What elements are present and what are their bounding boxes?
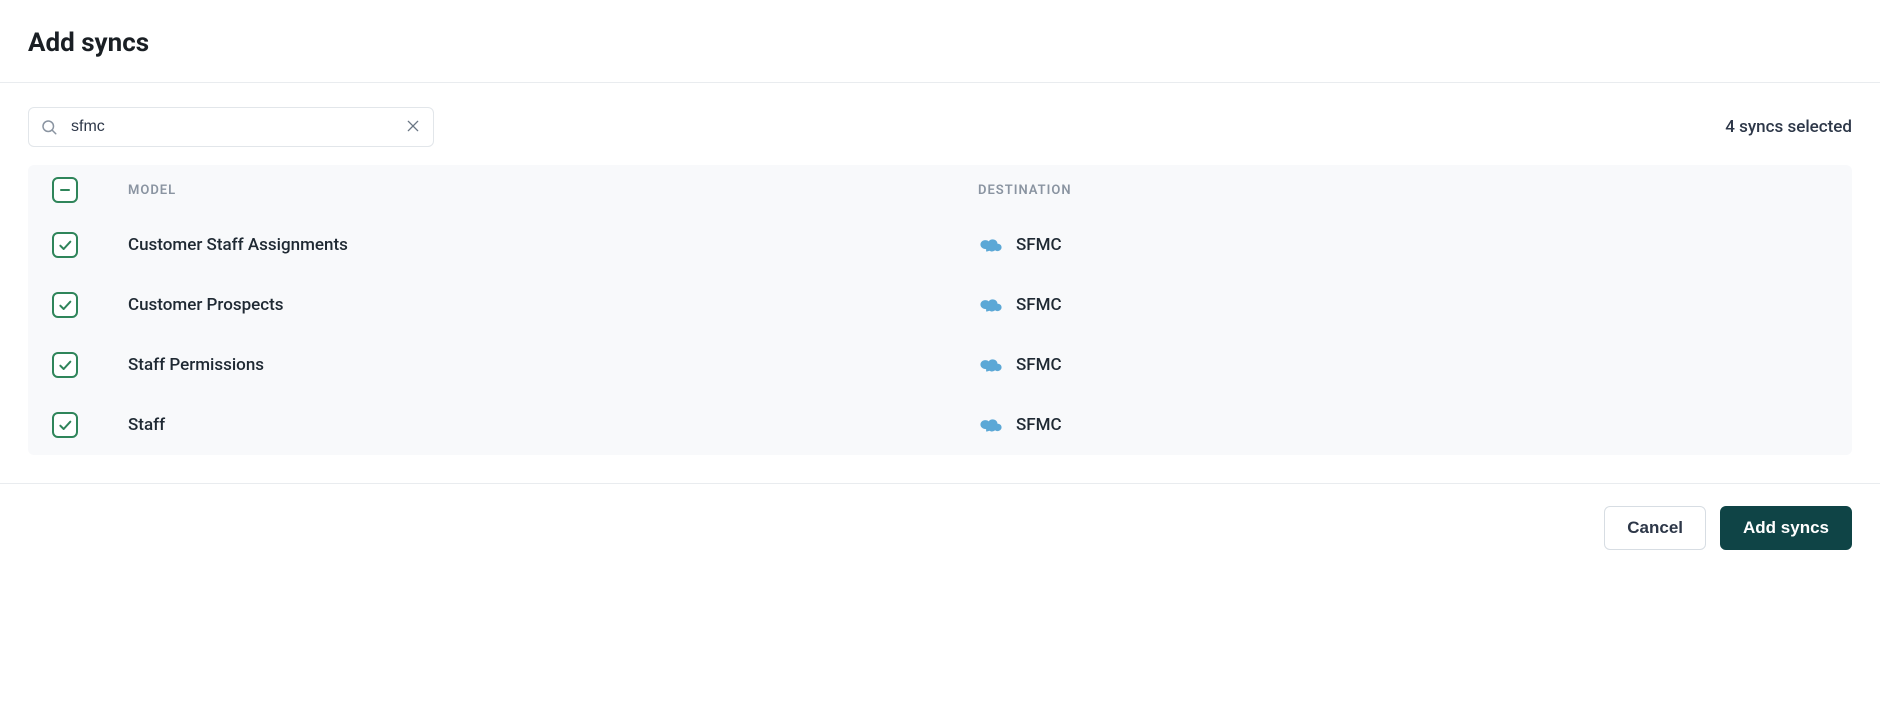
- model-name: Staff: [128, 415, 978, 435]
- table-row[interactable]: Customer Prospects SFMC: [28, 275, 1852, 335]
- column-header-destination: DESTINATION: [978, 183, 1828, 198]
- salesforce-cloud-icon: [978, 235, 1004, 255]
- row-checkbox[interactable]: [52, 292, 78, 318]
- destination-name: SFMC: [1016, 415, 1062, 435]
- model-name: Customer Prospects: [128, 295, 978, 315]
- clear-search-button[interactable]: [402, 116, 424, 138]
- minus-icon: [57, 182, 73, 198]
- page-title: Add syncs: [28, 28, 1852, 58]
- check-icon: [57, 357, 73, 373]
- table-row[interactable]: Staff SFMC: [28, 395, 1852, 455]
- row-checkbox[interactable]: [52, 352, 78, 378]
- column-header-model: MODEL: [128, 183, 978, 198]
- table-row[interactable]: Customer Staff Assignments SFMC: [28, 215, 1852, 275]
- row-checkbox[interactable]: [52, 232, 78, 258]
- model-name: Staff Permissions: [128, 355, 978, 375]
- footer: Cancel Add syncs: [0, 483, 1880, 572]
- salesforce-cloud-icon: [978, 295, 1004, 315]
- check-icon: [57, 237, 73, 253]
- check-icon: [57, 417, 73, 433]
- salesforce-cloud-icon: [978, 415, 1004, 435]
- search-input[interactable]: [28, 107, 434, 147]
- add-syncs-button[interactable]: Add syncs: [1720, 506, 1852, 550]
- table-row[interactable]: Staff Permissions SFMC: [28, 335, 1852, 395]
- cancel-button[interactable]: Cancel: [1604, 506, 1706, 550]
- model-name: Customer Staff Assignments: [128, 235, 978, 255]
- destination-name: SFMC: [1016, 235, 1062, 255]
- search-box: [28, 107, 434, 147]
- salesforce-cloud-icon: [978, 355, 1004, 375]
- check-icon: [57, 297, 73, 313]
- table-header-row: MODEL DESTINATION: [28, 165, 1852, 215]
- row-checkbox[interactable]: [52, 412, 78, 438]
- close-icon: [405, 118, 421, 137]
- selected-count-text: 4 syncs selected: [1725, 117, 1852, 137]
- page-header: Add syncs: [0, 0, 1880, 83]
- destination-name: SFMC: [1016, 295, 1062, 315]
- syncs-table: MODEL DESTINATION Customer Staff Assignm…: [28, 165, 1852, 455]
- content-area: 4 syncs selected MODEL DESTINATION: [0, 83, 1880, 455]
- destination-name: SFMC: [1016, 355, 1062, 375]
- select-all-checkbox[interactable]: [52, 177, 78, 203]
- toolbar: 4 syncs selected: [28, 107, 1852, 147]
